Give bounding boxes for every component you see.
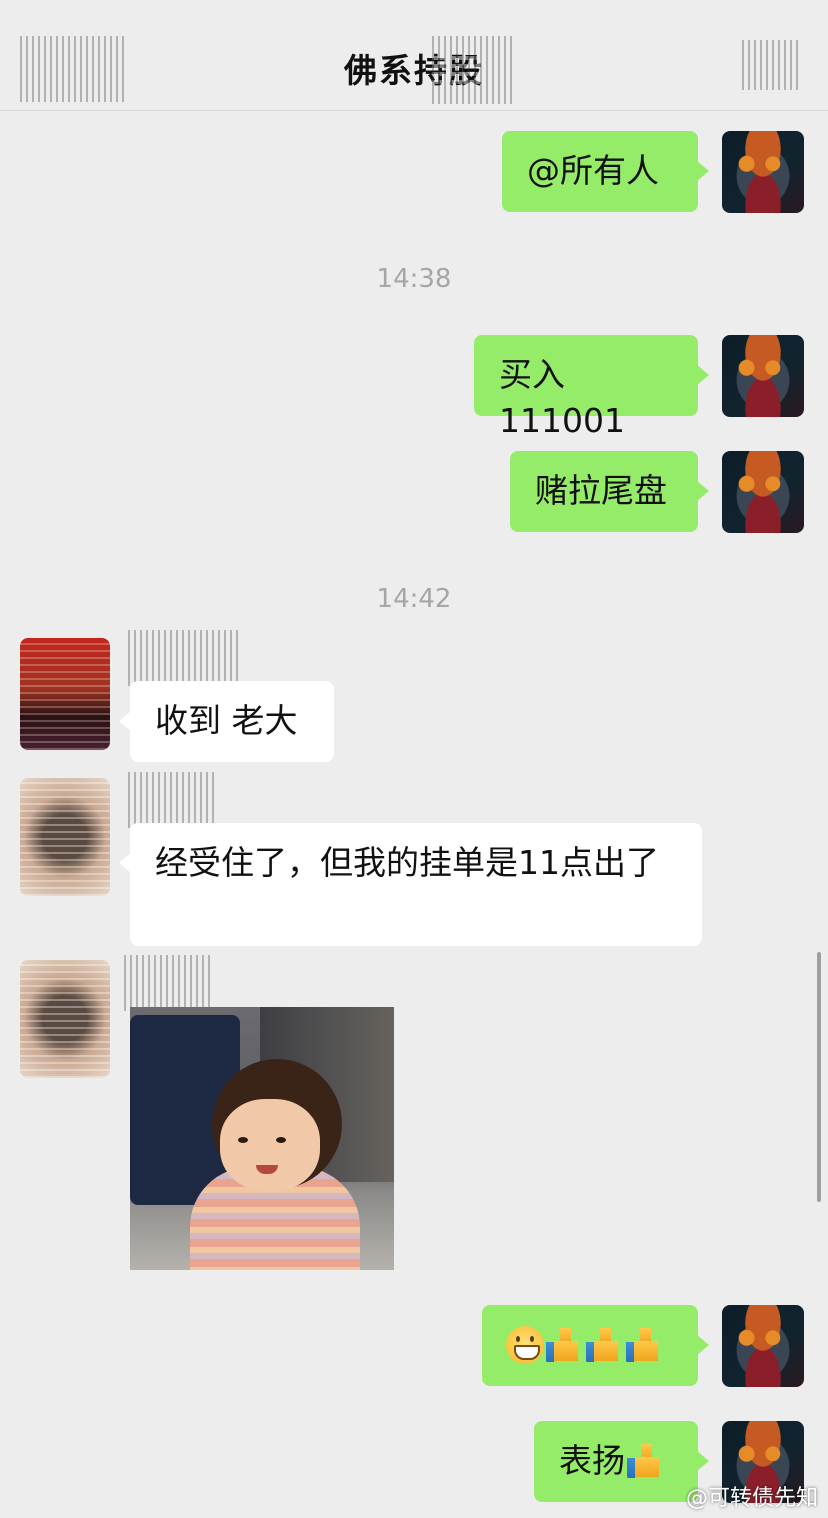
title-obscured-overlay [432, 36, 512, 104]
message-text: 表扬 [559, 1441, 625, 1480]
thumbs-up-icon [627, 1442, 665, 1480]
message-text: @所有人 [527, 151, 659, 190]
avatar-self[interactable] [722, 131, 804, 213]
watermark: @可转债先知 [685, 1486, 818, 1511]
message-text: 经受住了，但我的挂单是11点出了 [155, 843, 659, 882]
message-bubble-sent[interactable]: @所有人 [502, 131, 709, 212]
avatar-self[interactable] [722, 1305, 804, 1387]
photo-child-eye [238, 1137, 248, 1143]
sender-name-obscured [128, 630, 238, 686]
chat-title: 佛系持股 [344, 51, 484, 90]
avatar-member[interactable] [20, 778, 110, 896]
message-text: 赌拉尾盘 [535, 471, 667, 510]
message-content: 表扬 [559, 1438, 698, 1484]
message-bubble-received[interactable]: 收到 老大 [119, 681, 334, 762]
sender-name-obscured [124, 955, 214, 1011]
thumbs-up-icon [586, 1326, 624, 1364]
message-bubble-received[interactable]: 经受住了，但我的挂单是11点出了 [119, 823, 702, 946]
avatar-self[interactable] [722, 335, 804, 417]
photo-child-eye [276, 1137, 286, 1143]
avatar-self[interactable] [722, 451, 804, 533]
message-bubble-sent[interactable]: 买入 111001 [474, 335, 709, 440]
sender-name-obscured [128, 772, 218, 828]
message-text: 买入 111001 [499, 355, 625, 440]
image-message[interactable] [130, 1007, 394, 1270]
photo-child-face [220, 1099, 320, 1191]
message-bubble-sent[interactable]: 赌拉尾盘 [510, 451, 709, 532]
chat-header: 佛系持股 [0, 0, 828, 111]
avatar-member[interactable] [20, 960, 110, 1078]
emoji-row [506, 1322, 698, 1368]
timestamp: 14:38 [376, 264, 452, 294]
message-text: 收到 老大 [155, 701, 298, 740]
avatar-member[interactable] [20, 638, 110, 750]
scrollbar[interactable] [817, 952, 821, 1202]
thumbs-up-icon [546, 1326, 584, 1364]
more-icon[interactable] [742, 40, 802, 90]
timestamp: 14:42 [376, 584, 452, 614]
message-bubble-sent[interactable] [482, 1305, 709, 1386]
message-bubble-sent[interactable]: 表扬 [534, 1421, 709, 1502]
thumbs-up-icon [626, 1326, 664, 1364]
grinning-face-icon [506, 1326, 544, 1364]
